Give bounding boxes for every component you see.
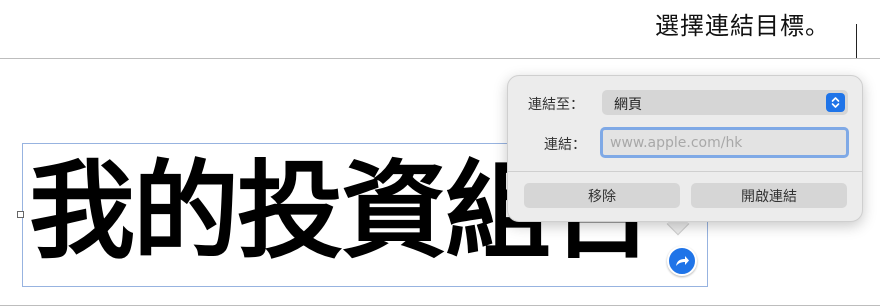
curved-arrow-icon xyxy=(676,256,689,266)
link-to-select[interactable]: 網頁 xyxy=(602,90,848,115)
link-to-label: 連結至： xyxy=(528,97,584,113)
link-label: 連結： xyxy=(544,137,586,153)
chevron-up-down-icon xyxy=(826,93,845,112)
popover-divider xyxy=(508,171,862,172)
link-badge-button[interactable] xyxy=(667,246,697,276)
open-link-button[interactable]: 開啟連結 xyxy=(691,183,847,208)
link-popover: 連結至： 網頁 連結： 移除 開啟連結 xyxy=(507,75,863,222)
link-url-input[interactable] xyxy=(600,127,849,158)
callout-text: 選擇連結目標。 xyxy=(655,12,830,40)
remove-link-button[interactable]: 移除 xyxy=(524,183,680,208)
link-to-value: 網頁 xyxy=(614,97,642,113)
resize-handle[interactable] xyxy=(17,211,24,218)
